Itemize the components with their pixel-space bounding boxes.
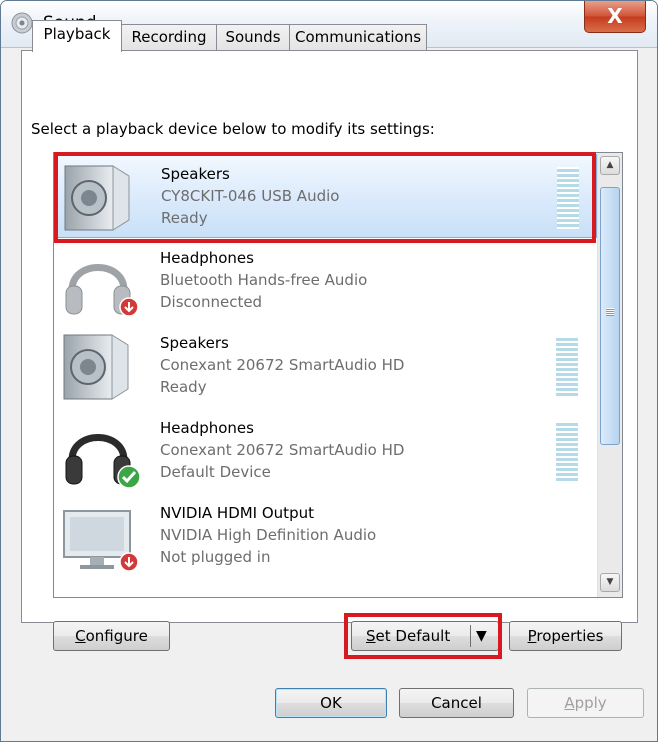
device-status: Disconnected: [160, 293, 263, 311]
volume-meter: [556, 336, 578, 398]
tab-recording[interactable]: Recording: [121, 24, 217, 51]
highlight-box-selected-device: [54, 152, 596, 243]
device-name: Headphones: [160, 249, 254, 267]
scroll-up-button[interactable]: ▲: [600, 156, 620, 175]
device-driver: Conexant 20672 SmartAudio HD: [160, 356, 405, 374]
scroll-down-button[interactable]: ▼: [600, 573, 620, 592]
device-driver: Bluetooth Hands-free Audio: [160, 271, 368, 289]
grip-icon: [606, 308, 614, 316]
down-arrow-badge-icon: [119, 297, 139, 317]
highlight-box-set-default: [344, 613, 502, 659]
tab-communications[interactable]: Communications: [289, 24, 427, 51]
device-name: NVIDIA HDMI Output: [160, 504, 314, 522]
scroll-thumb[interactable]: [600, 187, 620, 445]
configure-button[interactable]: Configure: [53, 621, 170, 651]
sound-icon: [11, 12, 33, 34]
device-status: Not plugged in: [160, 548, 271, 566]
volume-meter: [556, 421, 578, 483]
down-arrow-badge-icon: [119, 552, 139, 572]
tab-sounds[interactable]: Sounds: [216, 24, 290, 51]
device-name: Speakers: [160, 334, 229, 352]
cancel-button[interactable]: Cancel: [399, 688, 514, 718]
list-item-speakers-conexant[interactable]: Speakers Conexant 20672 SmartAudio HD Re…: [55, 324, 597, 408]
list-item-headphones-bluetooth[interactable]: Headphones Bluetooth Hands-free Audio Di…: [55, 239, 597, 323]
properties-button[interactable]: Properties: [509, 621, 622, 651]
list-item-headphones-conexant[interactable]: Headphones Conexant 20672 SmartAudio HD …: [55, 409, 597, 493]
green-check-badge-icon: [117, 465, 141, 489]
tab-playback[interactable]: Playback: [32, 20, 122, 52]
apply-button[interactable]: Apply: [527, 688, 644, 718]
device-driver: Conexant 20672 SmartAudio HD: [160, 441, 405, 459]
device-driver: NVIDIA High Definition Audio: [160, 526, 377, 544]
ok-button[interactable]: OK: [275, 688, 387, 718]
speaker-icon: [63, 334, 129, 400]
instruction-text: Select a playback device below to modify…: [31, 120, 435, 138]
device-status: Ready: [160, 378, 207, 396]
list-item-nvidia-hdmi[interactable]: NVIDIA HDMI Output NVIDIA High Definitio…: [55, 494, 597, 578]
device-status: Default Device: [160, 463, 271, 481]
close-button[interactable]: X: [584, 1, 646, 33]
device-name: Headphones: [160, 419, 254, 437]
vertical-scrollbar[interactable]: ▲ ▼: [597, 153, 622, 597]
